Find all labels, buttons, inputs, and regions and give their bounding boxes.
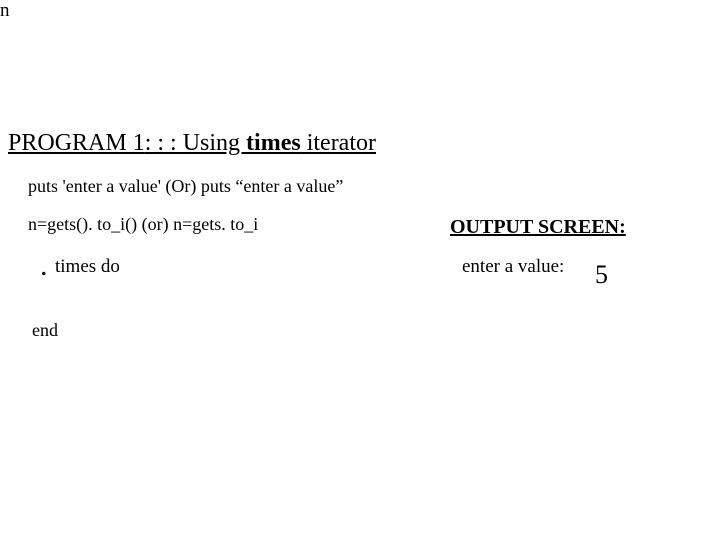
- code-line-3-n: n: [0, 0, 720, 22]
- output-value: 5: [595, 260, 608, 290]
- code-line-2: n=gets(). to_i() (or) n=gets. to_i: [28, 214, 258, 235]
- code-line-1: puts 'enter a value' (Or) puts “enter a …: [28, 176, 343, 197]
- heading-prog: PROGRAM 1: [8, 130, 145, 156]
- heading-sep: : : : Using: [145, 130, 246, 156]
- output-prompt: enter a value:: [462, 256, 564, 278]
- code-line-3-dot: .: [40, 251, 48, 281]
- code-line-3-rest: times do: [55, 256, 120, 278]
- slide: PROGRAM 1: : : Using times iterator puts…: [0, 0, 720, 540]
- output-heading: OUTPUT SCREEN:: [450, 216, 626, 239]
- code-line-end: end: [32, 320, 58, 341]
- program-heading: PROGRAM 1: : : Using times iterator: [8, 130, 376, 157]
- heading-bold: times: [246, 130, 301, 156]
- heading-tail: iterator: [301, 130, 376, 156]
